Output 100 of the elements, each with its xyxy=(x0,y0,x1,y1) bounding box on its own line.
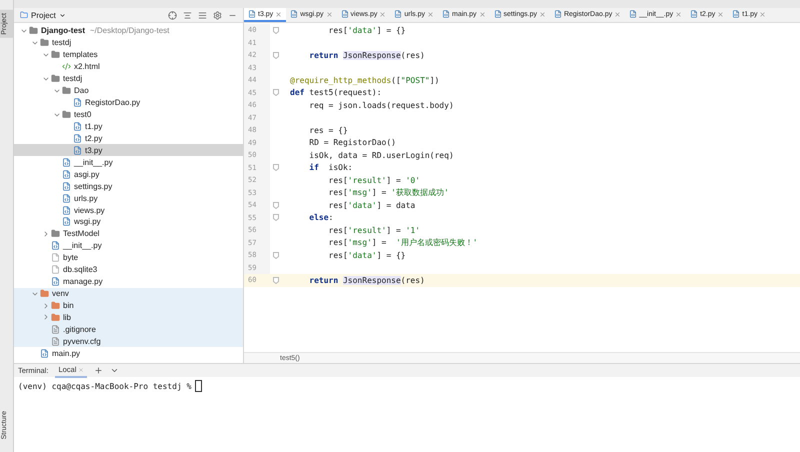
project-path: ~/Desktop/Django-test xyxy=(90,26,170,36)
tree-item[interactable]: x2.html xyxy=(14,60,243,73)
tree-item[interactable]: asgi.py xyxy=(14,168,243,180)
close-icon[interactable] xyxy=(78,366,84,372)
tree-item[interactable]: Django-test ~/Desktop/Django-test xyxy=(14,25,243,37)
fold-marker-icon[interactable] xyxy=(273,164,279,172)
tree-item[interactable]: t3.py xyxy=(14,144,243,156)
code-line: res['data'] = {} xyxy=(328,250,406,260)
folder-icon xyxy=(20,11,28,19)
tree-item[interactable]: templates xyxy=(14,48,243,61)
file-icon xyxy=(62,170,71,179)
tree-item[interactable]: byte xyxy=(14,252,243,264)
tree-item[interactable]: manage.py xyxy=(14,276,243,288)
code-line: return JsonResponse(res) xyxy=(308,276,425,285)
tree-item[interactable]: pyvenv.cfg xyxy=(14,335,243,348)
close-icon[interactable] xyxy=(275,10,282,18)
tree-item[interactable]: TestModel xyxy=(14,228,243,240)
fold-marker-icon[interactable] xyxy=(273,52,279,59)
code-line: res['data'] = data xyxy=(328,200,416,210)
folder-icon xyxy=(51,312,60,322)
file-icon xyxy=(51,241,60,250)
file-icon xyxy=(51,324,60,334)
text-cursor xyxy=(195,380,202,392)
code-line: res['data'] = {} xyxy=(328,26,406,35)
close-icon[interactable] xyxy=(326,10,333,18)
fold-marker-icon[interactable] xyxy=(273,276,279,284)
code-line: res['result'] = '1' xyxy=(328,226,420,235)
folder-icon xyxy=(51,50,60,60)
python-file-icon xyxy=(394,10,402,18)
code-line: res = {} xyxy=(308,126,348,135)
chevron-down-icon[interactable] xyxy=(110,366,120,375)
file-icon xyxy=(51,253,60,262)
close-icon[interactable] xyxy=(717,10,724,18)
file-icon xyxy=(62,182,71,191)
folder-icon xyxy=(62,86,71,96)
folder-icon xyxy=(51,301,60,310)
tree-item[interactable]: db.sqlite3 xyxy=(14,264,243,276)
code-line: res['msg'] = '用户名或密码失败！' xyxy=(328,237,478,248)
tree-item[interactable]: main.py xyxy=(14,347,243,360)
tree-item[interactable]: RegistorDao.py xyxy=(14,96,243,109)
folder-icon xyxy=(29,26,38,36)
file-icon xyxy=(51,265,60,274)
python-file-icon xyxy=(248,10,256,18)
python-file-icon xyxy=(732,10,740,18)
tree-item[interactable]: Dao xyxy=(14,84,243,97)
tree-item[interactable]: __init__.py xyxy=(14,240,243,252)
file-icon xyxy=(62,62,71,72)
chevron-right-icon[interactable] xyxy=(42,230,50,238)
close-icon[interactable] xyxy=(379,10,386,18)
terminal-prompt: (venv) cqa@cqas-MacBook-Pro testdj % xyxy=(18,382,192,390)
folder-icon xyxy=(51,74,60,84)
code-line: res['msg'] = '获取数据成功' xyxy=(328,187,449,198)
python-file-icon xyxy=(690,10,698,18)
close-icon[interactable] xyxy=(614,10,622,18)
code-line: else: xyxy=(308,213,334,222)
tree-item[interactable]: bin xyxy=(14,300,243,312)
folder-icon xyxy=(62,110,71,120)
locate-icon[interactable] xyxy=(168,10,177,20)
close-icon[interactable] xyxy=(538,10,546,18)
file-icon xyxy=(73,134,82,143)
code-line: if isOk: xyxy=(308,163,353,172)
file-icon xyxy=(62,158,71,167)
fold-marker-icon[interactable] xyxy=(273,202,279,209)
tree-item[interactable]: t1.py xyxy=(14,120,243,132)
tree-item[interactable]: lib xyxy=(14,312,243,324)
code-line: def test5(request): xyxy=(289,88,382,98)
add-icon[interactable] xyxy=(94,366,104,375)
folder-icon xyxy=(40,38,49,48)
file-icon xyxy=(62,217,71,226)
tree-item[interactable]: wsgi.py xyxy=(14,216,243,228)
tree-item[interactable]: test0 xyxy=(14,108,243,120)
code-line: req = json.loads(request.body) xyxy=(308,100,454,110)
code-line: @require_http_methods(["POST"]) xyxy=(289,76,440,85)
fold-marker-icon[interactable] xyxy=(273,89,279,96)
fold-marker-icon[interactable] xyxy=(273,214,279,222)
tree-item[interactable]: views.py xyxy=(14,204,243,216)
close-icon[interactable] xyxy=(675,10,682,18)
tree-item[interactable]: venv xyxy=(14,288,243,300)
close-icon[interactable] xyxy=(478,10,486,18)
file-icon xyxy=(40,348,49,358)
code-line: RD = RegistorDao() xyxy=(308,138,396,148)
tree-item[interactable]: testdj xyxy=(14,36,243,49)
tree-item[interactable]: .gitignore xyxy=(14,323,243,336)
settings-icon[interactable] xyxy=(213,10,222,20)
close-icon[interactable] xyxy=(759,10,766,18)
tree-item[interactable]: t2.py xyxy=(14,132,243,144)
tree-item[interactable]: settings.py xyxy=(14,180,243,192)
tree-item[interactable]: urls.py xyxy=(14,192,243,204)
tree-item[interactable]: __init__.py xyxy=(14,156,243,168)
file-icon xyxy=(73,122,82,131)
tree-item[interactable]: testdj xyxy=(14,72,243,85)
python-file-icon xyxy=(442,10,450,18)
python-file-icon xyxy=(629,10,638,18)
close-icon[interactable] xyxy=(427,10,434,18)
file-icon xyxy=(62,194,71,203)
file-icon xyxy=(51,277,60,286)
fold-marker-icon[interactable] xyxy=(273,252,279,259)
chevron-down-icon[interactable] xyxy=(58,12,66,18)
file-icon xyxy=(62,206,71,215)
fold-marker-icon[interactable] xyxy=(273,26,279,34)
